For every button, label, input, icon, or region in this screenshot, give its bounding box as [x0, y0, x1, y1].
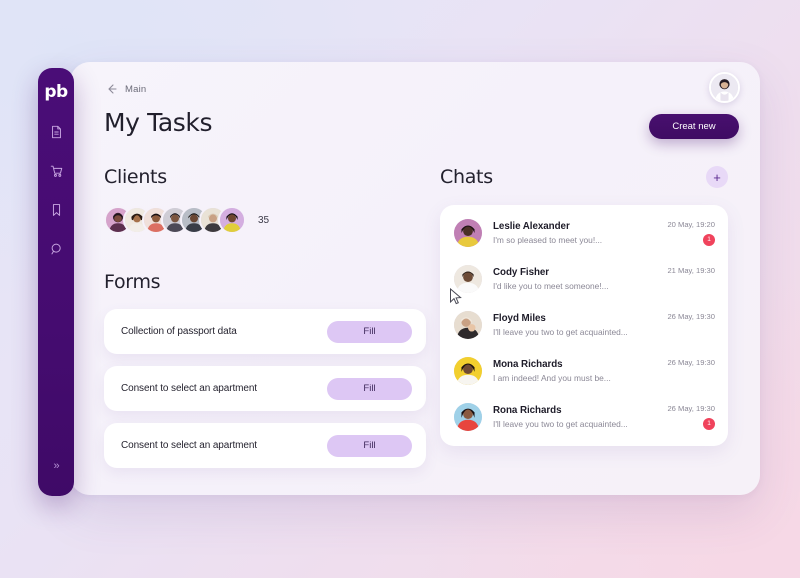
sidebar-item-documents[interactable] [45, 121, 67, 143]
forms-section-title: Forms [104, 271, 161, 293]
fill-button[interactable]: Fill [327, 377, 412, 400]
chat-meta: 26 May, 19:30 [667, 358, 715, 384]
chat-timestamp: 20 May, 19:20 [667, 220, 715, 229]
chat-list-item[interactable]: Cody Fisher I'd like you to meet someone… [440, 256, 728, 302]
unread-badge: 1 [703, 234, 715, 246]
unread-badge: 1 [703, 418, 715, 430]
chat-body: Floyd Miles I'll leave you two to get ac… [493, 313, 667, 337]
forms-list: Collection of passport data Fill Consent… [104, 309, 426, 468]
chat-preview: I am indeed! And you must be... [493, 373, 611, 383]
chat-body: Mona Richards I am indeed! And you must … [493, 359, 667, 383]
chat-list-item[interactable]: Rona Richards I'll leave you two to get … [440, 394, 728, 440]
chat-list-item[interactable]: Floyd Miles I'll leave you two to get ac… [440, 302, 728, 348]
sidebar-expand-button[interactable]: » [46, 458, 66, 474]
form-row[interactable]: Consent to select an apartment Fill [104, 366, 426, 411]
chat-timestamp: 26 May, 19:30 [667, 358, 715, 367]
chat-name: Floyd Miles [493, 313, 546, 324]
breadcrumb[interactable]: Main [105, 83, 146, 95]
fill-button[interactable]: Fill [327, 320, 412, 343]
chat-preview: I'd like you to meet someone!... [493, 281, 609, 291]
chats-list: Leslie Alexander I'm so pleased to meet … [440, 205, 728, 446]
left-column: Clients 35 Forms Collection of passport … [104, 166, 426, 468]
sidebar-item-search[interactable] [45, 238, 67, 260]
arrow-left-icon[interactable] [105, 83, 117, 95]
chat-avatar [454, 219, 482, 247]
chat-preview: I'll leave you two to get acquainted... [493, 419, 628, 429]
sidebar-item-saved[interactable] [45, 199, 67, 221]
document-icon [50, 125, 63, 139]
chat-name: Cody Fisher [493, 267, 550, 278]
form-label: Consent to select an apartment [121, 383, 257, 394]
chat-body: Cody Fisher I'd like you to meet someone… [493, 267, 667, 291]
form-label: Collection of passport data [121, 326, 237, 337]
right-column: Chats + Leslie Alexander I'm so pleased … [440, 166, 728, 446]
chat-body: Leslie Alexander I'm so pleased to meet … [493, 221, 667, 245]
app-window: Main My Tasks Creat new Clients 35 Forms… [70, 62, 760, 495]
chat-meta: 26 May, 19:30 1 [667, 404, 715, 430]
top-bar: Main [70, 62, 760, 114]
chat-meta: 21 May, 19:30 [667, 266, 715, 292]
page-title: My Tasks [104, 108, 213, 137]
client-avatar-group: 35 [104, 205, 426, 235]
chat-name: Leslie Alexander [493, 221, 570, 232]
chat-timestamp: 26 May, 19:30 [667, 404, 715, 413]
chat-avatar [454, 357, 482, 385]
breadcrumb-label: Main [125, 83, 147, 95]
app-logo[interactable]: pb [42, 77, 70, 107]
client-avatar[interactable] [218, 206, 246, 234]
chat-timestamp: 26 May, 19:30 [667, 312, 715, 321]
form-label: Consent to select an apartment [121, 440, 257, 451]
chat-name: Mona Richards [493, 359, 563, 370]
chat-avatar [454, 311, 482, 339]
form-row[interactable]: Consent to select an apartment Fill [104, 423, 426, 468]
chat-list-item[interactable]: Leslie Alexander I'm so pleased to meet … [440, 210, 728, 256]
form-row[interactable]: Collection of passport data Fill [104, 309, 426, 354]
chat-avatar [454, 403, 482, 431]
chat-avatar [454, 265, 482, 293]
clients-section-title: Clients [104, 166, 167, 188]
chat-body: Rona Richards I'll leave you two to get … [493, 405, 667, 429]
chats-header: Chats + [440, 166, 728, 188]
bookmark-icon [50, 203, 63, 217]
avatar[interactable] [709, 72, 740, 103]
add-chat-button[interactable]: + [706, 166, 728, 188]
chats-section-title: Chats [440, 166, 493, 188]
search-icon [50, 242, 63, 256]
sidebar-item-orders[interactable] [45, 160, 67, 182]
chat-name: Rona Richards [493, 405, 562, 416]
chat-meta: 20 May, 19:20 1 [667, 220, 715, 246]
chat-preview: I'll leave you two to get acquainted... [493, 327, 628, 337]
chat-timestamp: 21 May, 19:30 [667, 266, 715, 275]
chat-preview: I'm so pleased to meet you!... [493, 235, 603, 245]
create-new-button[interactable]: Creat new [649, 114, 739, 139]
sidebar: pb » [38, 68, 74, 496]
sidebar-nav [45, 121, 67, 260]
cart-icon [50, 164, 63, 178]
clients-count: 35 [258, 214, 270, 226]
fill-button[interactable]: Fill [327, 434, 412, 457]
chat-meta: 26 May, 19:30 [667, 312, 715, 338]
chat-list-item[interactable]: Mona Richards I am indeed! And you must … [440, 348, 728, 394]
